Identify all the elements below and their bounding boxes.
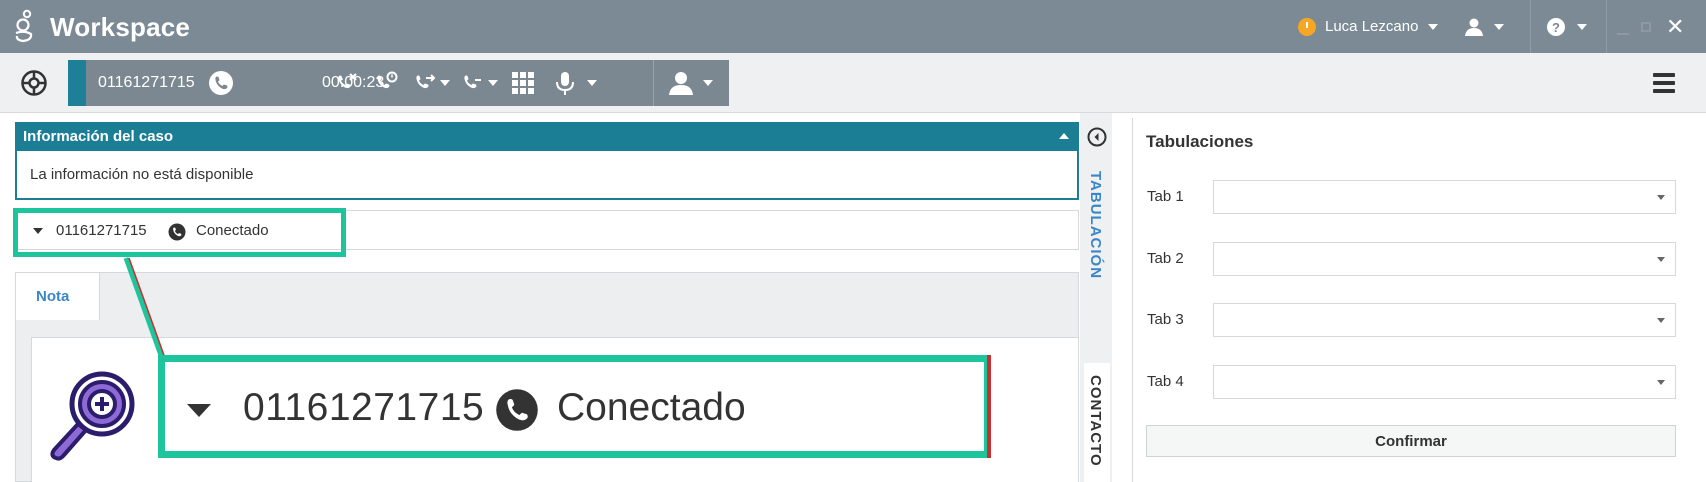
divider (1530, 0, 1531, 53)
genesys-logo-icon (15, 9, 33, 43)
call-accent (68, 60, 86, 106)
chevron-down-icon (1657, 257, 1665, 262)
chevron-down-icon (187, 404, 211, 417)
tabulaciones-title: Tabulaciones (1146, 132, 1254, 151)
chevron-down-icon[interactable] (488, 80, 498, 86)
phone-connected-icon (496, 389, 538, 431)
chevron-down-icon (1577, 23, 1587, 30)
tab-2-select[interactable] (1213, 242, 1676, 276)
hold-call-icon[interactable] (373, 70, 399, 96)
close-button[interactable]: ✕ (1666, 0, 1684, 53)
call-control-bar: 01161271715 00:00:23 (68, 60, 729, 106)
zoom-interaction-status: Conectado (557, 386, 746, 429)
chevron-down-icon (1657, 195, 1665, 200)
zoom-in-icon (50, 371, 135, 461)
tab-3-select[interactable] (1213, 303, 1676, 337)
agent-icon (1465, 18, 1483, 36)
conference-call-icon[interactable] (460, 70, 486, 96)
tab-3-label: Tab 3 (1147, 311, 1184, 328)
divider (653, 60, 654, 106)
chevron-down-icon[interactable] (703, 80, 713, 86)
chevron-down-icon (1494, 23, 1504, 30)
svg-text:?: ? (1552, 20, 1560, 35)
maximize-icon (1641, 21, 1651, 32)
workspace-window: Workspace Luca Lezcano ? ✕ 01161271715 0… (0, 0, 1706, 482)
side-tab-tabulacion-label: TABULACIÓN (1087, 171, 1104, 280)
user-status-menu[interactable]: Luca Lezcano (1298, 0, 1439, 53)
tab-nota[interactable]: Nota (16, 273, 100, 320)
confirm-button[interactable]: Confirmar (1146, 425, 1676, 457)
side-tab-contacto-label: CONTACTO (1087, 375, 1104, 467)
agent-menu-button[interactable] (1463, 0, 1504, 53)
dialpad-icon[interactable] (510, 70, 536, 96)
side-tab-strip: TABULACIÓN CONTACTO (1080, 113, 1112, 482)
side-tab-contacto[interactable]: CONTACTO (1084, 363, 1110, 482)
chevron-down-icon[interactable] (440, 80, 450, 86)
main-menu-icon[interactable] (1653, 73, 1675, 93)
close-icon: ✕ (1666, 13, 1685, 39)
minimize-button[interactable] (1617, 0, 1629, 53)
tab-nota-label: Nota (36, 288, 70, 305)
zoom-interaction-number: 01161271715 (243, 386, 485, 429)
support-menu-icon[interactable] (20, 69, 48, 97)
chevron-down-icon (1657, 380, 1665, 385)
chevron-up-icon[interactable] (1059, 133, 1069, 139)
case-info-body: La información no está disponible (15, 151, 1079, 200)
help-menu-button[interactable]: ? (1546, 0, 1587, 53)
consult-agent-icon[interactable] (667, 70, 697, 96)
chevron-down-icon[interactable] (587, 80, 597, 86)
end-call-icon[interactable] (334, 70, 360, 96)
microphone-icon[interactable] (554, 70, 576, 96)
main-toolbar: 01161271715 00:00:23 (0, 53, 1706, 113)
case-info-message: La información no está disponible (30, 166, 254, 183)
status-ready-icon (1298, 17, 1316, 36)
zoom-callout-box: 01161271715 Conectado (158, 355, 991, 458)
transfer-call-icon[interactable] (412, 70, 438, 96)
collapse-panel-icon[interactable] (1087, 127, 1107, 147)
maximize-button[interactable] (1641, 0, 1651, 53)
tab-1-label: Tab 1 (1147, 188, 1184, 205)
user-name: Luca Lezcano (1325, 18, 1419, 35)
highlight-box-small (13, 208, 346, 257)
tab-2-label: Tab 2 (1147, 250, 1184, 267)
chevron-down-icon (1428, 23, 1439, 30)
case-info-header[interactable]: Información del caso (15, 122, 1079, 151)
divider (1606, 0, 1607, 53)
tabulaciones-panel: Tabulaciones Tab 1 Tab 2 Tab 3 Tab 4 Con… (1132, 118, 1702, 482)
tab-1-select[interactable] (1213, 180, 1676, 214)
tab-4-select[interactable] (1213, 365, 1676, 399)
minimize-icon (1617, 32, 1629, 35)
title-bar: Workspace Luca Lezcano ? ✕ (0, 0, 1706, 53)
callout-edge (987, 355, 991, 458)
help-icon: ? (1547, 17, 1565, 36)
call-number: 01161271715 (98, 74, 195, 91)
chevron-down-icon (1657, 318, 1665, 323)
app-title: Workspace (50, 12, 191, 42)
phone-icon (209, 71, 233, 95)
tab-4-label: Tab 4 (1147, 373, 1184, 390)
case-info-title: Información del caso (23, 128, 174, 145)
